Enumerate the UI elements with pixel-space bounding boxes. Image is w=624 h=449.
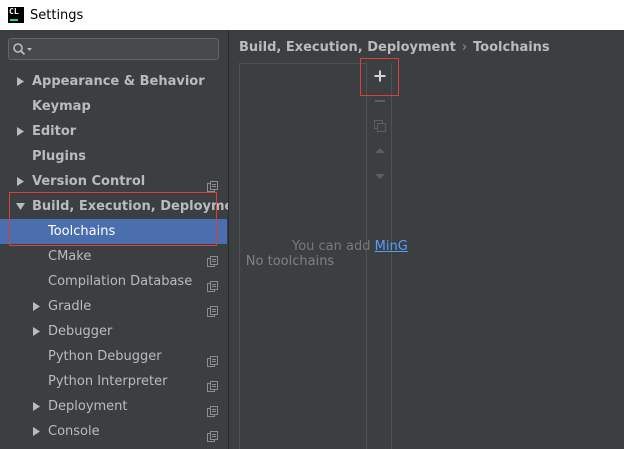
sidebar-item-debugger[interactable]: Debugger	[0, 319, 227, 344]
sidebar-item-label: Compilation Database	[48, 274, 193, 289]
clion-app-icon: CL	[8, 7, 24, 23]
sidebar-item-label: Version Control	[32, 174, 146, 189]
move-down-button[interactable]	[367, 163, 393, 188]
breadcrumb: Build, Execution, Deployment › Toolchains	[239, 38, 550, 58]
move-up-button[interactable]	[367, 138, 393, 163]
sidebar-item-python-interpreter[interactable]: Python Interpreter	[0, 369, 227, 394]
arrow-up-icon	[375, 147, 385, 153]
breadcrumb-current: Toolchains	[473, 40, 550, 55]
copy-icon	[374, 119, 386, 132]
project-settings-icon	[207, 426, 218, 442]
sidebar-item-console[interactable]: Console	[0, 419, 227, 444]
chevron-right-icon[interactable]	[32, 419, 42, 444]
search-icon[interactable]	[12, 41, 34, 57]
window-title: Settings	[30, 7, 84, 23]
project-settings-icon	[207, 376, 218, 392]
chevron-right-icon[interactable]	[32, 319, 42, 344]
toolchains-list[interactable]: No toolchains	[239, 63, 366, 449]
project-settings-icon	[207, 401, 218, 417]
empty-list-text: No toolchains	[245, 254, 335, 269]
breadcrumb-parent[interactable]: Build, Execution, Deployment	[239, 40, 456, 55]
sidebar-item-label: Editor	[32, 124, 77, 139]
sidebar-item-label: Plugins	[32, 149, 86, 164]
chevron-right-icon[interactable]	[16, 169, 26, 194]
tree-highlight-box	[9, 192, 217, 246]
list-toolbar	[366, 63, 392, 449]
sidebar-item-label: Python Interpreter	[48, 374, 168, 389]
arrow-down-icon	[375, 173, 385, 179]
breadcrumb-separator: ›	[461, 40, 468, 55]
project-settings-icon	[207, 276, 218, 292]
sidebar-item-label: Deployment	[48, 399, 128, 414]
sidebar-item-version-control[interactable]: Version Control	[0, 169, 227, 194]
title-bar: CL Settings	[0, 0, 624, 30]
sidebar-item-label: Appearance & Behavior	[32, 74, 205, 89]
sidebar-item-python-debugger[interactable]: Python Debugger	[0, 344, 227, 369]
project-settings-icon	[207, 176, 218, 192]
chevron-right-icon[interactable]	[16, 119, 26, 144]
sidebar-item-label: CMake	[48, 249, 92, 264]
chevron-right-icon[interactable]	[32, 294, 42, 319]
sidebar-item-label: Keymap	[32, 99, 91, 114]
sidebar-item-appearance-behavior[interactable]: Appearance & Behavior	[0, 69, 227, 94]
sidebar-item-editor[interactable]: Editor	[0, 119, 227, 144]
search-field[interactable]	[8, 38, 219, 60]
sidebar-item-deployment[interactable]: Deployment	[0, 394, 227, 419]
settings-content-panel: Build, Execution, Deployment › Toolchains …	[228, 30, 624, 449]
project-settings-icon	[207, 251, 218, 267]
hint-text: You can add	[292, 239, 375, 254]
chevron-right-icon[interactable]	[32, 394, 42, 419]
sidebar-item-gradle[interactable]: Gradle	[0, 294, 227, 319]
add-toolchain-hint: You can add MinG	[292, 239, 408, 254]
minus-icon	[375, 99, 385, 102]
sidebar-item-label: Console	[48, 424, 100, 439]
sidebar-item-label: Debugger	[48, 324, 113, 339]
copy-button[interactable]	[367, 113, 393, 138]
hint-link[interactable]: MinG	[375, 239, 408, 254]
sidebar-item-cmake[interactable]: CMake	[0, 244, 227, 269]
add-button-highlight-box	[360, 58, 399, 96]
project-settings-icon	[207, 351, 218, 367]
sidebar-item-compilation-database[interactable]: Compilation Database	[0, 269, 227, 294]
sidebar-item-label: Python Debugger	[48, 349, 162, 364]
sidebar-item-label: Gradle	[48, 299, 92, 314]
sidebar-item-plugins[interactable]: Plugins	[0, 144, 227, 169]
sidebar-item-keymap[interactable]: Keymap	[0, 94, 227, 119]
project-settings-icon	[207, 301, 218, 317]
chevron-right-icon[interactable]	[16, 69, 26, 94]
